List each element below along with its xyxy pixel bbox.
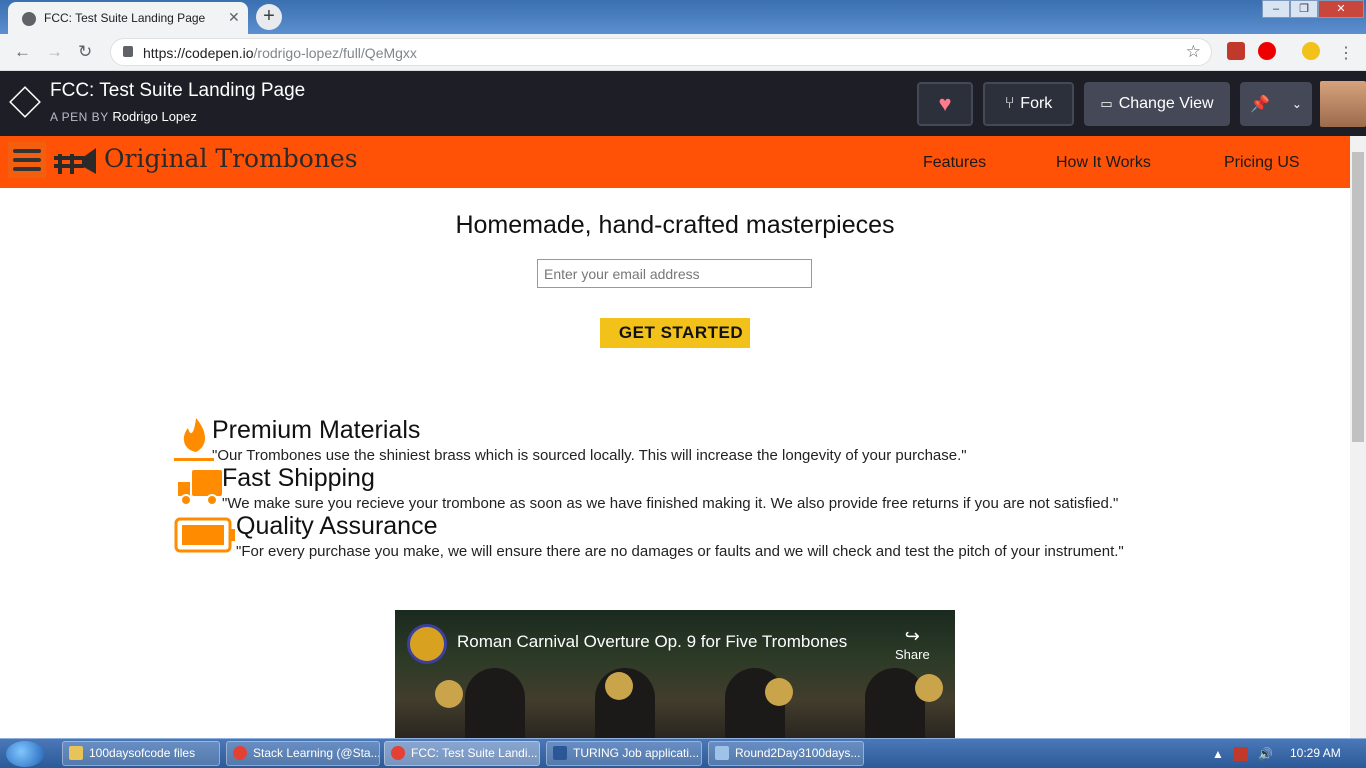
youtube-video-embed[interactable]: Roman Carnival Overture Op. 9 for Five T… bbox=[395, 610, 955, 738]
trombone-bell bbox=[435, 680, 463, 708]
taskbar-item-label: Round2Day3100days... bbox=[735, 746, 861, 760]
back-arrow-icon[interactable]: ← bbox=[14, 42, 31, 62]
email-input[interactable] bbox=[537, 259, 812, 288]
lock-icon bbox=[123, 46, 133, 57]
taskbar-item-files[interactable]: 100daysofcode files bbox=[62, 741, 220, 766]
taskbar-item-stack-learning[interactable]: Stack Learning (@Sta... bbox=[226, 741, 380, 766]
feature-title-quality: Quality Assurance bbox=[236, 512, 438, 540]
pin-icon: 📌 bbox=[1250, 96, 1270, 113]
trombone-bell bbox=[605, 672, 633, 700]
extension-icon[interactable] bbox=[1302, 42, 1320, 60]
address-bar[interactable]: https://codepen.io/rodrigo-lopez/full/Qe… bbox=[110, 38, 1212, 66]
fork-label: Fork bbox=[1020, 95, 1053, 112]
tray-expand-icon[interactable]: ▲ bbox=[1212, 747, 1224, 761]
page-scrollbar-thumb[interactable] bbox=[1352, 152, 1364, 442]
share-arrow-icon: ↪ bbox=[904, 626, 920, 646]
channel-logo-icon[interactable] bbox=[407, 624, 447, 664]
browser-tab-active[interactable]: FCC: Test Suite Landing Page ✕ bbox=[8, 2, 248, 34]
pen-author-link[interactable]: Rodrigo Lopez bbox=[112, 109, 197, 124]
fork-button[interactable]: ⑂ Fork bbox=[983, 82, 1074, 126]
tab-close-icon[interactable]: ✕ bbox=[228, 9, 240, 26]
get-started-button[interactable]: GET STARTED bbox=[600, 318, 750, 348]
hamburger-menu-icon[interactable] bbox=[8, 142, 46, 178]
feature-title-shipping: Fast Shipping bbox=[222, 464, 375, 492]
share-button[interactable]: ↪ Share bbox=[895, 626, 930, 662]
feature-desc-quality: "For every purchase you make, we will en… bbox=[236, 543, 1124, 560]
truck-icon bbox=[178, 470, 222, 506]
pen-byline: A PEN BY Rodrigo Lopez bbox=[50, 109, 197, 124]
new-tab-button[interactable]: + bbox=[256, 4, 282, 30]
maximize-button[interactable]: ❐ bbox=[1290, 0, 1318, 18]
pin-button[interactable]: 📌 ⌄ bbox=[1240, 82, 1312, 126]
heart-icon: ♥ bbox=[938, 91, 952, 116]
view-icon: ▭ bbox=[1100, 96, 1113, 111]
codepen-favicon-icon bbox=[22, 12, 36, 26]
opera-extension-icon[interactable] bbox=[1258, 42, 1276, 60]
pen-title: FCC: Test Suite Landing Page bbox=[50, 80, 306, 101]
feature-title-premium: Premium Materials bbox=[212, 416, 421, 444]
video-performer bbox=[465, 668, 525, 738]
minimize-button[interactable]: – bbox=[1262, 0, 1290, 18]
trombone-logo-icon bbox=[54, 148, 96, 174]
heart-button[interactable]: ♥ bbox=[917, 82, 973, 126]
folder-icon bbox=[69, 746, 83, 760]
taskbar-clock[interactable]: 10:29 AM bbox=[1290, 746, 1341, 760]
nav-link-features[interactable]: Features bbox=[923, 154, 986, 172]
trombone-bell bbox=[765, 678, 793, 706]
window-close-button[interactable]: ✕ bbox=[1318, 0, 1364, 18]
url-path: /rodrigo-lopez/full/QeMgxx bbox=[253, 45, 417, 61]
codepen-header: FCC: Test Suite Landing Page A PEN BY Ro… bbox=[0, 71, 1366, 136]
forward-arrow-icon[interactable]: → bbox=[46, 42, 63, 62]
share-label: Share bbox=[895, 647, 930, 662]
video-title[interactable]: Roman Carnival Overture Op. 9 for Five T… bbox=[457, 632, 847, 652]
url-text: https://codepen.io/rodrigo-lopez/full/Qe… bbox=[143, 45, 417, 61]
tab-title: FCC: Test Suite Landing Page bbox=[44, 11, 206, 25]
chrome-icon bbox=[391, 746, 405, 760]
video-performer bbox=[865, 668, 925, 738]
notepad-icon bbox=[715, 746, 729, 760]
shield-extension-icon[interactable] bbox=[1227, 42, 1245, 60]
taskbar-item-label: Stack Learning (@Sta... bbox=[253, 746, 380, 760]
change-view-label: Change View bbox=[1118, 95, 1214, 112]
feature-desc-premium: "Our Trombones use the shiniest brass wh… bbox=[212, 447, 967, 464]
codepen-logo-icon[interactable] bbox=[9, 86, 41, 118]
fork-icon: ⑂ bbox=[1004, 95, 1015, 112]
windows-start-button[interactable] bbox=[6, 741, 44, 767]
taskbar-item-fcc[interactable]: FCC: Test Suite Landi... bbox=[384, 741, 540, 766]
site-navbar: Original Trombones Features How It Works… bbox=[0, 136, 1350, 188]
browser-menu-icon[interactable]: ⋮ bbox=[1338, 43, 1354, 63]
taskbar-item-label: FCC: Test Suite Landi... bbox=[411, 746, 538, 760]
bookmark-star-icon[interactable]: ☆ bbox=[1186, 42, 1201, 62]
url-host: https://codepen.io bbox=[143, 45, 254, 61]
taskbar-item-round2[interactable]: Round2Day3100days... bbox=[708, 741, 864, 766]
change-view-button[interactable]: ▭ Change View bbox=[1084, 82, 1230, 126]
reload-icon[interactable]: ↻ bbox=[78, 42, 92, 62]
browser-toolbar: ← → ↻ https://codepen.io/rodrigo-lopez/f… bbox=[0, 34, 1366, 71]
word-icon bbox=[553, 746, 567, 760]
chrome-icon bbox=[233, 746, 247, 760]
browser-tab-strip: FCC: Test Suite Landing Page ✕ + – ❐ ✕ bbox=[0, 0, 1366, 34]
battery-icon bbox=[174, 517, 235, 553]
nav-link-how-it-works[interactable]: How It Works bbox=[1056, 154, 1151, 172]
volume-icon[interactable]: 🔊 bbox=[1258, 747, 1273, 761]
taskbar-item-label: 100daysofcode files bbox=[89, 746, 196, 760]
trombone-bell bbox=[915, 674, 943, 702]
chevron-down-icon[interactable]: ⌄ bbox=[1292, 97, 1302, 111]
feature-desc-shipping: "We make sure you recieve your trombone … bbox=[222, 495, 1119, 512]
nav-link-pricing[interactable]: Pricing US bbox=[1224, 154, 1300, 172]
brand-name: Original Trombones bbox=[104, 144, 358, 173]
action-center-flag-icon[interactable] bbox=[1234, 747, 1248, 761]
taskbar-item-turing[interactable]: TURING Job applicati... bbox=[546, 741, 702, 766]
user-avatar[interactable] bbox=[1320, 81, 1366, 127]
taskbar-item-label: TURING Job applicati... bbox=[573, 746, 700, 760]
byline-label: A PEN BY bbox=[50, 110, 109, 124]
fire-icon bbox=[174, 418, 214, 461]
hero-title: Homemade, hand-crafted masterpieces bbox=[455, 211, 895, 239]
